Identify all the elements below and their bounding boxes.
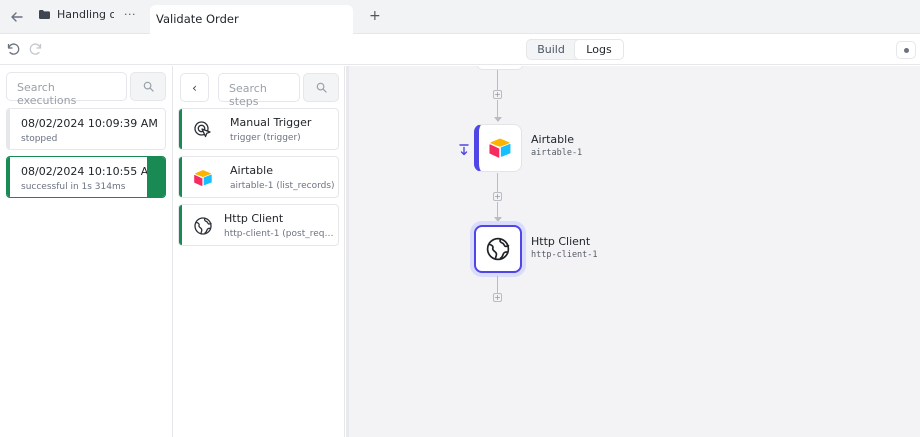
back-arrow-icon[interactable]: [9, 9, 25, 25]
globe-icon: [194, 217, 212, 235]
step-item-http-client[interactable]: Http Client http-client-1 (post_request): [178, 204, 339, 246]
execution-status: successful in 1s 314ms: [21, 182, 126, 192]
connector-arrow-icon: [494, 217, 502, 222]
add-step-icon[interactable]: +: [493, 192, 502, 201]
step-status-bar: [179, 157, 182, 197]
execution-time: 08/02/2024 10:10:55 A...: [21, 165, 159, 178]
step-detail: http-client-1 (post_request): [224, 229, 336, 239]
connector-arrow-icon: [494, 117, 502, 122]
execution-status-bar: [7, 109, 10, 149]
new-tab-button[interactable]: +: [369, 8, 381, 24]
undo-icon[interactable]: [6, 42, 20, 56]
connector-line: [497, 173, 498, 192]
tab-workflow[interactable]: Handling o ···: [38, 8, 136, 21]
execution-status-bar: [7, 157, 10, 197]
search-icon: [143, 81, 154, 92]
logs-tab[interactable]: Logs: [575, 40, 623, 59]
tab-validate-order[interactable]: Validate Order: [150, 5, 353, 34]
folder-icon: [39, 10, 50, 19]
airtable-icon: [489, 138, 511, 158]
step-item-manual-trigger[interactable]: Manual Trigger trigger (trigger): [178, 108, 339, 150]
execution-item-selected[interactable]: 08/02/2024 10:10:55 A... successful in 1…: [6, 156, 166, 198]
connector-line: [497, 100, 498, 117]
connector-line: [497, 202, 498, 217]
workflow-canvas[interactable]: + Airtable airtable-1 + Http Client http…: [346, 66, 920, 437]
status-dot-icon: [904, 48, 909, 53]
tab-validate-order-label: Validate Order: [156, 12, 239, 26]
airtable-node[interactable]: [474, 124, 522, 172]
more-options-icon[interactable]: ···: [124, 8, 136, 21]
step-detail: trigger (trigger): [230, 133, 301, 143]
http-client-node[interactable]: [474, 225, 522, 273]
step-status-bar: [179, 109, 182, 149]
search-steps-button[interactable]: [303, 73, 339, 102]
step-item-airtable[interactable]: Airtable airtable-1 (list_records): [178, 156, 339, 198]
step-name: Manual Trigger: [230, 116, 312, 129]
execution-item[interactable]: 08/02/2024 10:09:39 AM stopped: [6, 108, 166, 150]
step-status-bar: [179, 205, 182, 245]
http-client-node-id: http-client-1: [531, 250, 598, 260]
airtable-node-id: airtable-1: [531, 148, 583, 158]
collapse-panel-button[interactable]: ‹: [180, 73, 209, 102]
connector-line: [497, 276, 498, 293]
executions-panel: Search executions 08/02/2024 10:09:39 AM…: [0, 66, 173, 437]
add-step-icon[interactable]: +: [493, 90, 502, 99]
execution-selected-marker: [147, 157, 165, 197]
search-executions-button[interactable]: [130, 72, 166, 101]
connector-line: [497, 70, 498, 90]
view-switch: Build Logs: [526, 39, 624, 60]
trigger-node[interactable]: [476, 66, 524, 70]
step-name: Airtable: [230, 164, 273, 177]
execution-status: stopped: [21, 134, 58, 144]
execution-time: 08/02/2024 10:09:39 AM: [21, 117, 158, 130]
step-detail: airtable-1 (list_records): [230, 181, 335, 191]
status-button[interactable]: [896, 41, 916, 59]
search-executions-input[interactable]: Search executions: [6, 72, 127, 107]
search-steps-input[interactable]: Search steps: [218, 73, 300, 108]
build-tab[interactable]: Build: [527, 40, 575, 59]
http-client-node-title: Http Client: [531, 235, 591, 248]
run-from-here-icon[interactable]: [459, 144, 469, 156]
redo-icon[interactable]: [29, 42, 43, 56]
cursor-click-icon: [194, 121, 211, 138]
tab-workflow-label: Handling o: [57, 8, 114, 21]
search-icon: [316, 82, 327, 93]
tab-bar: Handling o ··· Validate Order +: [0, 0, 920, 34]
toolbar: Build Logs: [0, 34, 920, 65]
add-step-icon[interactable]: +: [493, 293, 502, 302]
airtable-icon: [194, 170, 212, 187]
globe-icon: [486, 237, 510, 261]
steps-panel: ‹ Search steps Manual Trigger trigger (t…: [173, 66, 345, 437]
airtable-node-title: Airtable: [531, 133, 574, 146]
step-name: Http Client: [224, 212, 284, 225]
